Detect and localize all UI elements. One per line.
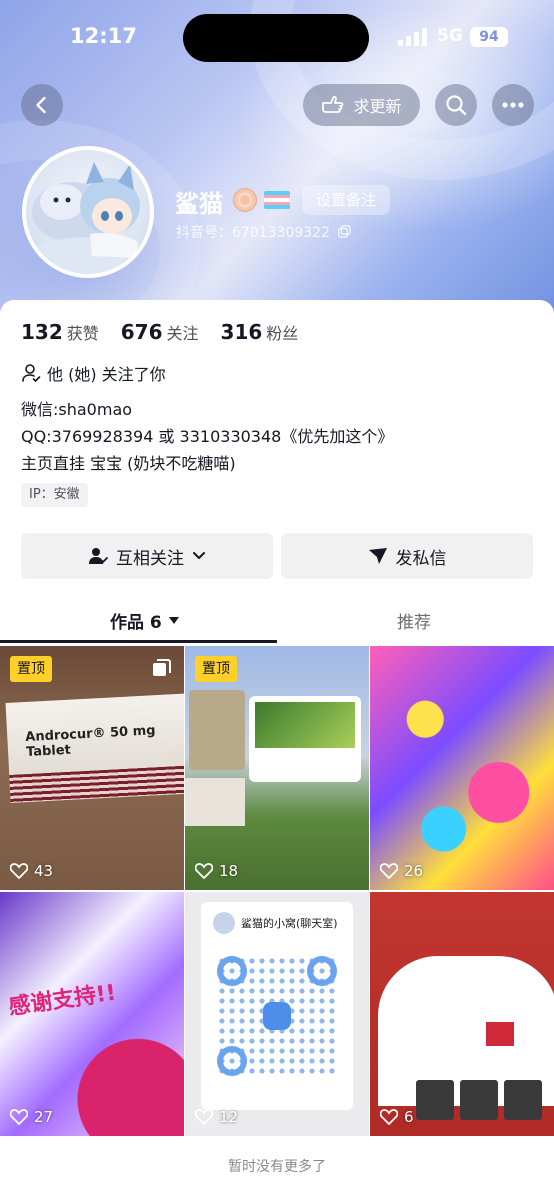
post-tile[interactable]: 置顶 18 — [185, 646, 369, 890]
follows-you-indicator: 他 (她) 关注了你 — [21, 361, 166, 385]
send-message-label: 发私信 — [395, 548, 447, 569]
qr-card: 鲨猫的小窝(聊天室) — [201, 902, 353, 1110]
like-count-value: 27 — [34, 1108, 54, 1126]
bio-line: QQ:3769928394 或 3310330348《优先加这个》 — [21, 427, 394, 446]
game-card — [249, 696, 361, 782]
heart-icon — [195, 1109, 213, 1125]
stat-followers[interactable]: 316 粉丝 — [221, 320, 299, 344]
mutual-follow-label: 互相关注 — [116, 548, 184, 569]
chevron-down-icon — [193, 552, 205, 559]
bio-line: 微信:sha0mao — [21, 400, 133, 419]
stat-likes-value: 132 — [21, 320, 63, 344]
like-count: 6 — [380, 1108, 414, 1126]
post-tile[interactable]: Androcur® 50 mg Tablet 置顶 43 — [0, 646, 184, 890]
copy-icon[interactable] — [338, 225, 352, 238]
trans-flag-icon — [264, 191, 290, 209]
heart-icon — [380, 1109, 398, 1125]
post-tile[interactable]: 感谢支持!! 27 — [0, 892, 184, 1136]
heart-icon — [380, 863, 398, 879]
person-icon — [89, 548, 108, 564]
dynamic-island — [183, 14, 369, 62]
stat-followers-value: 316 — [220, 320, 263, 344]
game-panel — [185, 778, 245, 826]
caret-down-icon — [168, 616, 179, 624]
stat-following-value: 676 — [120, 320, 163, 344]
profile-name: 鲨猫 — [175, 190, 223, 218]
back-button[interactable] — [21, 84, 63, 126]
search-button[interactable] — [435, 84, 477, 126]
pinned-badge: 置顶 — [10, 656, 52, 682]
like-count: 18 — [195, 862, 238, 880]
request-update-label: 求更新 — [353, 97, 402, 116]
tab-recommend[interactable]: 推荐 — [397, 608, 431, 633]
stat-following-label: 关注 — [166, 324, 199, 343]
douyin-id: 抖音号：67013309322 — [176, 222, 352, 242]
stat-likes[interactable]: 132 获赞 — [21, 320, 99, 344]
like-count: 43 — [10, 862, 53, 880]
search-icon — [446, 95, 467, 116]
post-thumbnail — [370, 646, 554, 890]
bio-line: 主页直挂 宝宝 (奶块不吃糖喵) — [21, 454, 236, 473]
group-avatar — [213, 912, 235, 934]
bio: 微信:sha0mao QQ:3769928394 或 3310330348《优先… — [21, 396, 393, 477]
like-count: 12 — [195, 1108, 238, 1126]
medicine-box: Androcur® 50 mg Tablet — [5, 693, 184, 803]
chevron-left-icon — [36, 96, 46, 114]
like-count-value: 43 — [34, 862, 54, 880]
post-tile[interactable]: 6 — [370, 892, 554, 1136]
tab-works[interactable]: 作品 6 — [110, 608, 180, 633]
post-tile[interactable]: 鲨猫的小窝(聊天室) 12 — [185, 892, 369, 1136]
paper-plane-icon — [368, 548, 387, 564]
request-update-button[interactable]: 求更新 — [303, 84, 420, 126]
like-count-value: 18 — [219, 862, 239, 880]
pinned-badge: 置顶 — [195, 656, 237, 682]
content-tabs: 作品 6 推荐 — [0, 600, 554, 644]
more-dots-icon — [502, 102, 524, 108]
heart-icon — [195, 863, 213, 879]
more-button[interactable] — [492, 84, 534, 126]
like-count-value: 12 — [219, 1108, 239, 1126]
game-banner — [255, 702, 355, 748]
badge-icon — [233, 188, 257, 212]
post-caption: Androcur® 50 mg Tablet — [24, 723, 156, 761]
mutual-follow-button[interactable]: 互相关注 — [21, 533, 273, 579]
like-count-value: 26 — [404, 862, 424, 880]
stat-likes-label: 获赞 — [66, 324, 99, 343]
game-controls — [416, 1080, 542, 1120]
set-remark-button[interactable]: 设置备注 — [302, 185, 390, 215]
like-count: 27 — [10, 1108, 53, 1126]
send-message-button[interactable]: 发私信 — [281, 533, 533, 579]
heart-icon — [10, 1109, 28, 1125]
tab-works-label: 作品 6 — [110, 613, 162, 633]
post-tile[interactable]: 26 — [370, 646, 554, 890]
qr-code — [217, 956, 337, 1076]
anime-avatar-image — [32, 162, 144, 274]
tab-underline — [0, 640, 277, 643]
person-check-icon — [22, 364, 41, 382]
like-count-value: 6 — [404, 1108, 414, 1126]
post-caption: 鲨猫的小窝(聊天室) — [241, 917, 338, 930]
battery-icon: 94 — [470, 27, 508, 47]
no-more-content: 暂时没有更多了 — [228, 1159, 326, 1175]
stat-following[interactable]: 676 关注 — [121, 320, 199, 344]
multi-image-icon — [153, 659, 171, 676]
heart-icon — [10, 863, 28, 879]
status-bar: 12:17 5G 94 — [0, 0, 554, 76]
signal-icon — [398, 28, 428, 46]
game-panel — [189, 690, 245, 770]
douyin-id-text: 抖音号：67013309322 — [176, 225, 330, 241]
avatar[interactable] — [22, 146, 154, 278]
ip-location-tag: IP：安徽 — [21, 483, 88, 507]
like-count: 26 — [380, 862, 423, 880]
game-object — [486, 1022, 514, 1046]
stat-followers-label: 粉丝 — [266, 324, 299, 343]
status-time: 12:17 — [70, 24, 137, 48]
pointing-hand-icon — [322, 96, 344, 113]
network-type: 5G — [437, 26, 463, 46]
follows-you-text: 他 (她) 关注了你 — [47, 365, 166, 384]
profile-stats: 132 获赞 676 关注 316 粉丝 — [21, 320, 298, 344]
